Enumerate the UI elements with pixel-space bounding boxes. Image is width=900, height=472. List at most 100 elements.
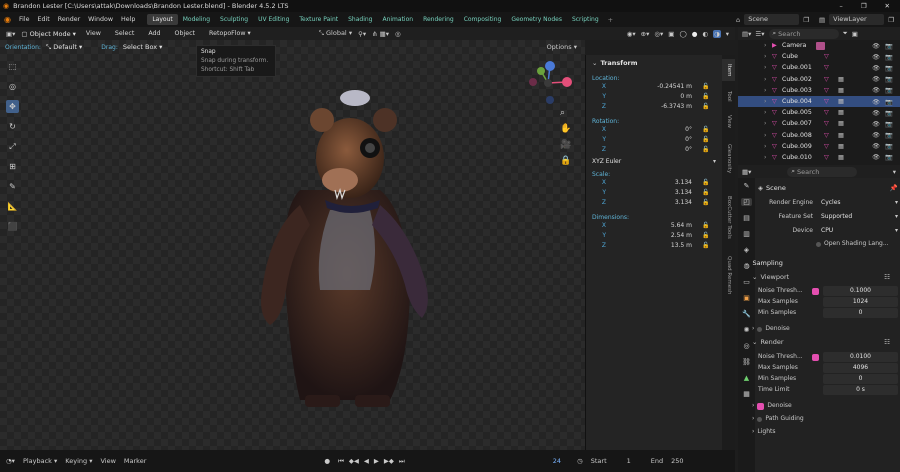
shading-rendered-icon[interactable]: ◑	[713, 29, 721, 38]
menu-help[interactable]: Help	[117, 16, 139, 23]
sidebar-tab-tool[interactable]: Tool	[722, 85, 735, 107]
visibility-eye-icon[interactable]: 👁	[872, 53, 880, 61]
vp-min-field[interactable]: 0	[823, 308, 898, 318]
visibility-eye-icon[interactable]: 👁	[872, 153, 880, 161]
render-engine-dropdown[interactable]: Cycles ▾	[821, 198, 898, 208]
expand-chevron-icon[interactable]: ›	[764, 132, 772, 139]
viewlayer-icon[interactable]: ▤	[819, 16, 825, 24]
device-dropdown[interactable]: CPU ▾	[821, 226, 898, 236]
r-max-field[interactable]: 4096	[823, 363, 898, 373]
r-noise-checkbox[interactable]	[812, 353, 819, 361]
rotation-x-field[interactable]: 0°	[612, 125, 692, 135]
outliner-item[interactable]: › ▽ Cube.003 ▽ ▦ 👁 📷	[738, 85, 900, 96]
play-icon[interactable]: ▶	[374, 457, 379, 465]
visibility-eye-icon[interactable]: 👁	[872, 42, 880, 50]
new-scene-icon[interactable]: ❐	[803, 16, 809, 24]
tab-animation[interactable]: Animation	[377, 14, 418, 25]
view-layer-tab-icon[interactable]: ▥	[743, 230, 750, 238]
presets-icon[interactable]: ☷	[884, 338, 890, 346]
xray-icon[interactable]: ▣	[668, 30, 674, 38]
add-menu[interactable]: Add	[144, 30, 164, 37]
3d-viewport[interactable]: ⬚ ◎ ✥ ↻ ⤢ ⊞ ✎ 📐 ⬛ Snap Snap during trans…	[0, 40, 585, 450]
physics-tab-icon[interactable]: ◎	[743, 342, 749, 350]
outliner-search-input[interactable]: ⌕ Search	[768, 28, 839, 39]
expand-chevron-icon[interactable]: ›	[764, 98, 772, 105]
render-camera-icon[interactable]: 📷	[885, 131, 893, 139]
sidebar-tab-view[interactable]: View	[722, 111, 735, 133]
visibility-eye-icon[interactable]: 👁	[872, 98, 880, 106]
render-camera-icon[interactable]: 📷	[885, 120, 893, 128]
dimensions-y-field[interactable]: 2.54 m	[612, 231, 692, 241]
annotate-tool-icon[interactable]: ✎	[6, 180, 19, 193]
tab-rendering[interactable]: Rendering	[418, 14, 459, 25]
tab-sculpting[interactable]: Sculpting	[215, 14, 253, 25]
outliner-item[interactable]: › ▽ Cube.001 ▽ 👁 📷	[738, 62, 900, 73]
filter-icon[interactable]: ☰▾	[755, 30, 764, 38]
tab-compositing[interactable]: Compositing	[459, 14, 507, 25]
render-subpanel-header[interactable]: ⌄ Render ☷	[752, 336, 898, 348]
lock-icon[interactable]: 🔓	[702, 241, 709, 251]
sampling-panel-header[interactable]: ⌄ Sampling	[744, 257, 898, 269]
cursor-tool-icon[interactable]: ◎	[6, 80, 19, 93]
render-camera-icon[interactable]: 📷	[885, 153, 893, 161]
sidebar-tab-quad-remesh[interactable]: Quad Remesh	[722, 253, 735, 297]
new-viewlayer-icon[interactable]: ❐	[888, 16, 894, 24]
menu-window[interactable]: Window	[84, 16, 117, 23]
lock-icon[interactable]: 🔓	[702, 92, 709, 102]
tab-geometry-nodes[interactable]: Geometry Nodes	[506, 14, 567, 25]
rotate-tool-icon[interactable]: ↻	[6, 120, 19, 133]
outliner-item[interactable]: › ▽ Cube.008 ▽ ▦ 👁 📷	[738, 130, 900, 141]
shading-options-icon[interactable]: ▾	[726, 30, 729, 38]
time-icon[interactable]: ◷	[577, 457, 583, 465]
location-x-field[interactable]: -0.24541 m	[612, 82, 692, 92]
lock-icon[interactable]: 🔓	[702, 102, 709, 112]
drag-dropdown[interactable]: Select Box ▾	[123, 43, 163, 51]
close-button[interactable]: ✕	[885, 2, 890, 10]
expand-chevron-icon[interactable]: ›	[764, 53, 772, 60]
lock-icon[interactable]: 🔓	[702, 198, 709, 208]
visibility-eye-icon[interactable]: 👁	[872, 75, 880, 83]
visibility-eye-icon[interactable]: 👁	[872, 86, 880, 94]
tab-modeling[interactable]: Modeling	[178, 14, 215, 25]
osl-checkbox[interactable]: Open Shading Lang...	[816, 239, 898, 249]
tab-uv-editing[interactable]: UV Editing	[253, 14, 294, 25]
visibility-eye-icon[interactable]: 👁	[872, 131, 880, 139]
add-cube-tool-icon[interactable]: ⬛	[6, 220, 19, 233]
rotation-mode-dropdown[interactable]: XYZ Euler ▾	[592, 157, 716, 167]
outliner-editor-icon[interactable]: ▤▾	[742, 30, 751, 38]
visibility-icon[interactable]: ◉▾	[627, 30, 636, 38]
shading-material-icon[interactable]: ◐	[702, 30, 708, 38]
rotation-z-field[interactable]: 0°	[612, 145, 692, 155]
props-options-icon[interactable]: ▾	[893, 168, 896, 176]
data-tab-icon[interactable]: ▲	[744, 374, 749, 382]
measure-tool-icon[interactable]: 📐	[6, 200, 19, 213]
outliner-item[interactable]: › ▽ Cube.007 ▽ ▦ 👁 📷	[738, 118, 900, 129]
time-limit-field[interactable]: 0 s	[823, 385, 898, 395]
tab-texture-paint[interactable]: Texture Paint	[294, 14, 343, 25]
scale-y-field[interactable]: 3.134	[612, 188, 692, 198]
options-dropdown[interactable]: Options ▾	[547, 43, 577, 51]
dimensions-x-field[interactable]: 5.64 m	[612, 221, 692, 231]
render-camera-icon[interactable]: 📷	[885, 142, 893, 150]
render-camera-icon[interactable]: 📷	[885, 64, 893, 72]
editor-type-icon[interactable]: ▣▾	[6, 30, 15, 38]
autokey-icon[interactable]: ●	[324, 457, 330, 465]
constraints-tab-icon[interactable]: ⛓	[742, 358, 751, 366]
outliner-item[interactable]: › ▽ Cube.004 ▽ ▦ 👁 📷	[738, 95, 900, 108]
sidebar-tab-boxcutter-tools[interactable]: BoxCutter Tools	[722, 185, 735, 249]
lock-icon[interactable]: 🔓	[702, 231, 709, 241]
view-menu[interactable]: View	[82, 30, 105, 37]
viewlayer-selector[interactable]: ViewLayer	[829, 14, 885, 25]
scale-x-field[interactable]: 3.134	[612, 178, 692, 188]
lock-icon[interactable]: 🔓	[702, 178, 709, 188]
location-z-field[interactable]: -6.3743 m	[612, 102, 692, 112]
tab-shading[interactable]: Shading	[343, 14, 377, 25]
location-y-field[interactable]: 0 m	[612, 92, 692, 102]
pan-hand-icon[interactable]: ✋	[560, 124, 571, 134]
presets-icon[interactable]: ☷	[884, 273, 890, 281]
outliner-item[interactable]: › ▶ Camera 👁 📷	[738, 40, 900, 51]
transform-tool-icon[interactable]: ⊞	[6, 160, 19, 173]
timeline-view-menu[interactable]: View	[100, 457, 115, 465]
render-tab-icon[interactable]: ◰	[741, 198, 752, 206]
output-tab-icon[interactable]: ▤	[743, 214, 750, 222]
